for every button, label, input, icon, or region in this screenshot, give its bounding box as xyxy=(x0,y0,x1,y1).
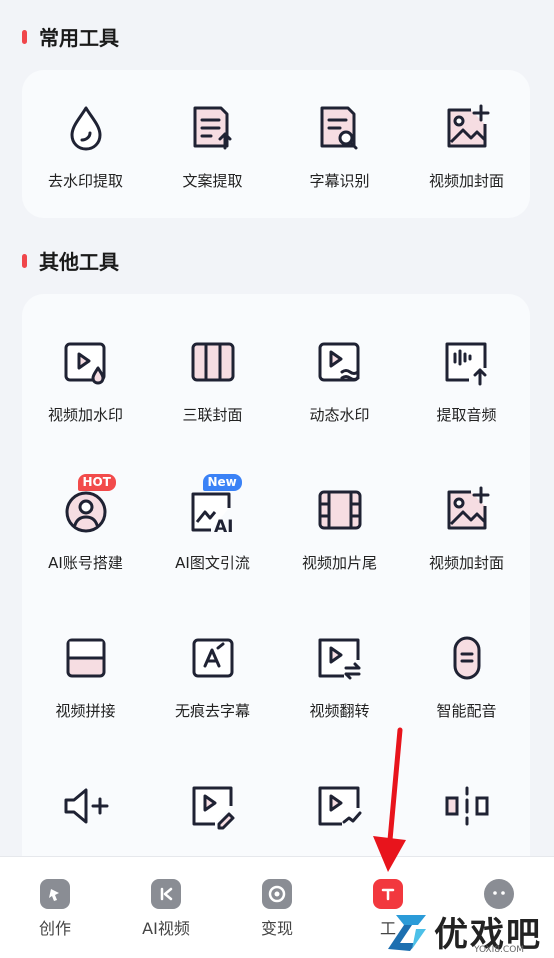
site-watermark: 优戏吧 YOXI8.COM xyxy=(378,905,554,957)
watermark-logo-icon xyxy=(388,915,426,951)
annotation-arrow xyxy=(373,727,406,872)
watermark-url: YOXI8.COM xyxy=(474,945,525,955)
